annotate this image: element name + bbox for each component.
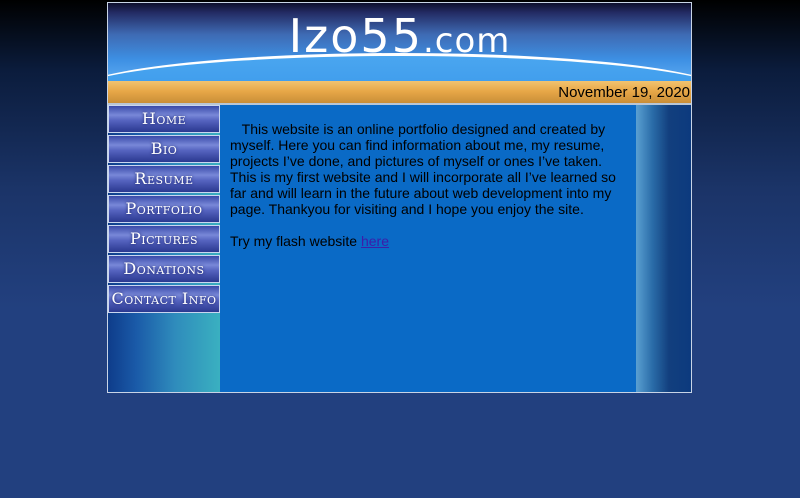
intro-paragraph: This website is an online portfolio desi… <box>230 121 626 217</box>
right-decorative-bar <box>636 105 691 392</box>
site-logo-domain: .com <box>422 21 511 61</box>
nav-item-pictures[interactable]: Pictures <box>108 225 220 253</box>
nav-item-home[interactable]: Home <box>108 105 220 133</box>
nav-item-portfolio[interactable]: Portfolio <box>108 195 220 223</box>
sidebar-nav: Home Bio Resume Portfolio Pictures Donat… <box>108 105 220 392</box>
flash-prefix-text: Try my flash website <box>230 233 361 249</box>
site-logo-name: Izo55 <box>288 9 423 63</box>
flash-website-link[interactable]: here <box>361 233 389 249</box>
intro-text: This website is an online portfolio desi… <box>230 121 616 217</box>
main-content: This website is an online portfolio desi… <box>220 105 636 392</box>
flash-paragraph: Try my flash website here <box>230 233 626 249</box>
nav-item-contact-info[interactable]: Contact Info <box>108 285 220 313</box>
site-logo[interactable]: Izo55.com <box>108 9 691 63</box>
nav-item-bio[interactable]: Bio <box>108 135 220 163</box>
date-bar: November 19, 2020 <box>108 81 691 105</box>
nav-item-resume[interactable]: Resume <box>108 165 220 193</box>
site-header: Izo55.com <box>108 3 691 81</box>
nav-item-donations[interactable]: Donations <box>108 255 220 283</box>
current-date: November 19, 2020 <box>558 84 690 101</box>
page-frame: Izo55.com November 19, 2020 Home Bio Res… <box>107 2 692 393</box>
